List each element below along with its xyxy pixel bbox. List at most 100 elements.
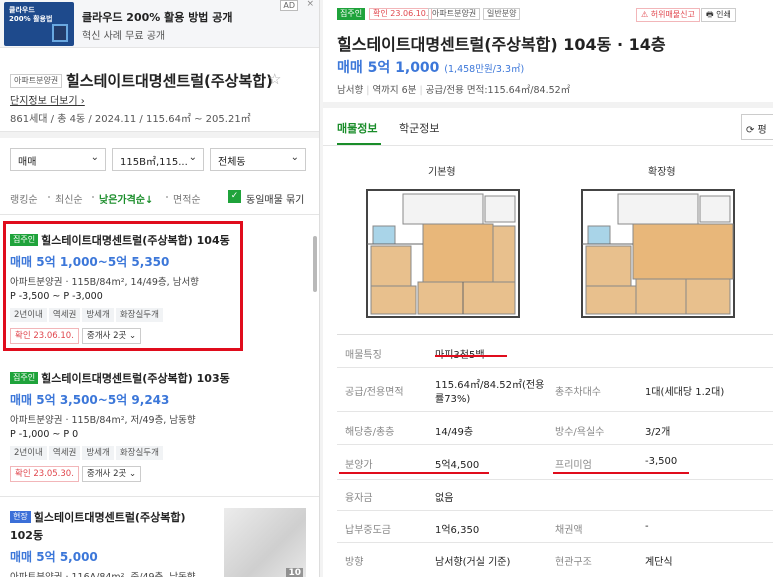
divider <box>323 145 773 146</box>
meta-separator: | <box>366 85 370 96</box>
trade-type-value: 매매 <box>18 157 37 168</box>
row-value: 계단식 <box>645 557 673 568</box>
row-value: 남서향(거실 기준) <box>435 557 511 568</box>
building-select[interactable]: 전체동 ⌄ <box>210 148 306 171</box>
row-value: 115.64㎡/84.52㎡(전용 <box>435 380 545 391</box>
meta-direction: 남서향 <box>337 85 364 96</box>
listing-item[interactable]: 집주인 힐스테이트대명센트럴(주상복합) 103동 매매 5억 3,500~5억 … <box>10 370 319 482</box>
report-label: 허위매물신고 <box>650 10 695 19</box>
star-icon[interactable]: ☆ <box>268 70 281 88</box>
ad-badge: AD <box>280 0 298 11</box>
meta-area: 공급/전용 면적:115.64㎡/84.52㎡ <box>425 85 571 96</box>
listing-panel: 클라우드 200% 활용법 클라우드 200% 활용 방법 공개 혁신 사례 무… <box>0 0 320 577</box>
red-underline <box>339 472 489 474</box>
row-value: 1억6,350 <box>435 525 480 536</box>
divider <box>0 131 319 138</box>
cube-icon <box>52 24 68 42</box>
highlight-box <box>3 221 243 351</box>
tab-listing-info[interactable]: 매물정보 <box>337 120 377 136</box>
row-value: 1대(세대당 1.2대) <box>645 387 725 398</box>
listing-photo[interactable]: 10 <box>224 508 306 577</box>
sort-area[interactable]: 면적순 <box>173 191 201 206</box>
red-underline <box>553 472 689 474</box>
report-fake-button[interactable]: ⚠ 허위매물신고 <box>636 8 700 22</box>
plan-label-basic: 기본형 <box>428 167 456 178</box>
confirm-date-badge: 확인 23.05.30. <box>10 466 79 482</box>
row-label: 방향 <box>345 557 364 568</box>
row-label: 채권액 <box>555 525 583 536</box>
agent-count-button[interactable]: 중개사 2곳 ⌄ <box>81 466 142 482</box>
ad-title[interactable]: 클라우드 200% 활용 방법 공개 <box>82 9 233 25</box>
detail-price: 매매 5억 1,000 (1,458만원/3.3㎡) <box>337 57 524 77</box>
property-type-tag: 아파트분양권 <box>428 8 481 20</box>
listing-title[interactable]: 힐스테이트대명센트럴(주상복합) <box>34 511 186 524</box>
same-listing-label: 동일매물 묶기 <box>246 195 305 206</box>
divider <box>323 102 773 108</box>
row-value: 14/49층 <box>435 427 474 438</box>
row-label: 방수/욕실수 <box>555 427 605 438</box>
row-value-cont: 률73%) <box>435 394 471 405</box>
row-label: 현관구조 <box>555 557 592 568</box>
area-unit-toggle[interactable]: ⟳ 평 <box>741 114 773 140</box>
meta-separator: | <box>419 85 423 96</box>
feature-chip: 역세권 <box>48 446 81 460</box>
detail-title: 힐스테이트대명센트럴(주상복합) 104동 · 14층 <box>337 35 666 54</box>
row-value: -3,500 <box>645 456 678 467</box>
row-label: 총주차대수 <box>555 387 601 398</box>
same-listing-checkbox[interactable]: ✓ <box>228 190 241 203</box>
row-value: 3/2개 <box>645 427 671 438</box>
complex-type-tag: 아파트분양권 <box>10 74 63 88</box>
floorplan-extended[interactable] <box>578 186 738 321</box>
close-icon[interactable]: × <box>306 0 314 9</box>
listing-title[interactable]: 힐스테이트대명센트럴(주상복합) 103동 <box>41 372 230 385</box>
listing-title-line2: 102동 <box>10 529 44 542</box>
complex-info: 861세대 / 총 4동 / 2024.11 / 115.64㎡ ~ 205.2… <box>10 114 251 125</box>
sort-latest[interactable]: 최신순 <box>55 191 83 206</box>
table-row: 분양가 5억4,500 프리미엄 -3,500 <box>337 445 773 480</box>
plan-label-extended: 확장형 <box>648 167 676 178</box>
agent-count-label: 중개사 2곳 <box>86 469 127 479</box>
print-label: 인쇄 <box>716 10 731 19</box>
ad-banner[interactable]: 클라우드 200% 활용법 클라우드 200% 활용 방법 공개 혁신 사례 무… <box>0 0 319 48</box>
feature-chip: 화장실두개 <box>115 446 163 460</box>
divider <box>0 496 319 497</box>
red-underline <box>435 355 507 357</box>
tab-school-info[interactable]: 학군정보 <box>399 120 439 136</box>
sort-ranking[interactable]: 랭킹순 <box>10 191 38 206</box>
trade-type-select[interactable]: 매매 ⌄ <box>10 148 106 171</box>
building-value: 전체동 <box>218 157 246 168</box>
detail-meta: 남서향 | 역까지 6분 | 공급/전용 면적:115.64㎡/84.52㎡ <box>337 82 570 96</box>
table-row: 매물특징 마피3천5백 <box>337 336 773 368</box>
table-row: 융자금 없음 <box>337 480 773 511</box>
table-row: 방향 남서향(거실 기준) 현관구조 계단식 <box>337 543 773 577</box>
complex-name: 힐스테이트대명센트럴(주상복합) <box>66 72 273 90</box>
sale-type-tag: 일반분양 <box>483 8 521 20</box>
area-select[interactable]: 115B㎡,115... ⌄ <box>112 148 204 171</box>
chevron-down-icon: ⌄ <box>90 152 99 163</box>
row-label: 해당층/총층 <box>345 427 395 438</box>
row-label: 납부중도금 <box>345 525 391 536</box>
print-button[interactable]: 🖶 인쇄 <box>701 8 736 22</box>
listing-price: 매매 5억 3,500~5억 9,243 <box>10 393 170 407</box>
ad-thumb-text: 클라우드 200% 활용법 <box>9 6 53 23</box>
row-label: 공급/전용면적 <box>345 387 404 398</box>
chevron-down-icon: ⌄ <box>290 152 299 163</box>
chevron-down-icon: ⌄ <box>188 152 197 163</box>
row-label: 융자금 <box>345 493 373 504</box>
complex-more-link[interactable]: 단지정보 더보기 › <box>10 92 85 107</box>
divider <box>0 214 319 215</box>
floorplan-basic[interactable] <box>363 186 523 321</box>
sort-separator <box>166 196 168 198</box>
table-row: 해당층/총층 14/49층 방수/욕실수 3/2개 <box>337 412 773 445</box>
row-value: - <box>645 521 649 532</box>
table-row: 납부중도금 1억6,350 채권액 - <box>337 511 773 543</box>
row-value: 없음 <box>435 493 454 504</box>
listing-item[interactable]: 현장힐스테이트대명센트럴(주상복합) 102동 매매 5억 5,000 아파트분… <box>10 509 220 577</box>
row-value: 마피3천5백 <box>435 346 485 361</box>
owner-badge: 집주인 <box>337 8 366 20</box>
detail-panel: 집주인 확인 23.06.10. 아파트분양권 일반분양 ⚠ 허위매물신고 🖶 … <box>323 0 773 577</box>
photo-count: 10 <box>286 568 303 577</box>
confirm-date-badge: 확인 23.06.10. <box>369 8 433 20</box>
sort-low-price[interactable]: 낮은가격순↓ <box>99 191 153 206</box>
scrollbar[interactable] <box>313 236 317 292</box>
